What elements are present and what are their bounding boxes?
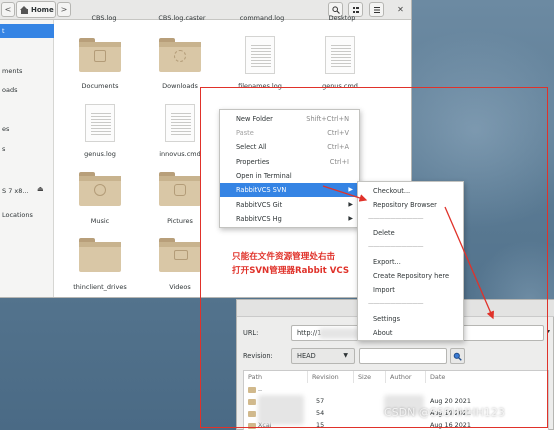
annotation-arrow (444, 206, 494, 320)
watermark-text: CSDN @SSSHHHH123 (384, 406, 505, 419)
annotation-arrows (322, 185, 494, 320)
annotation-arrow (322, 185, 368, 202)
desktop-background: < Home > ✕ t ments oads es s S 7 x8... ⏏… (0, 0, 554, 430)
